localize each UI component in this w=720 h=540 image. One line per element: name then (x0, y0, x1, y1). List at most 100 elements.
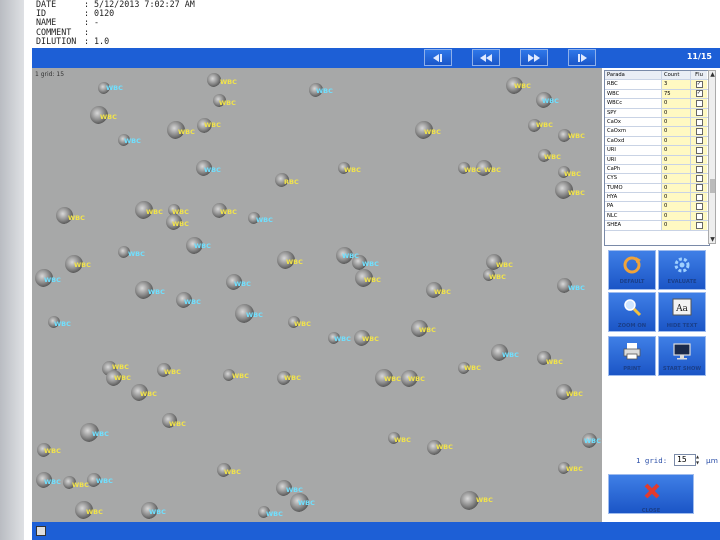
cell-label: WBC (424, 128, 441, 136)
checkbox-box[interactable] (695, 128, 703, 136)
microscopy-analysis-window: DATE:5/12/2013 7:02:27 AM ID:0120 NAME: - CO… (24, 0, 720, 540)
scroll-up-icon[interactable]: ▲ (709, 71, 716, 78)
table-row[interactable]: SHEA 0 (605, 221, 709, 231)
checkbox-box[interactable]: ✓ (695, 81, 703, 89)
row-checkbox[interactable] (691, 108, 707, 117)
save-icon[interactable] (36, 526, 46, 536)
cell-label: WBC (86, 508, 103, 516)
row-checkbox[interactable] (691, 127, 707, 136)
row-count: 0 (662, 221, 691, 230)
row-name: URI (605, 155, 662, 164)
last-image-button[interactable] (568, 49, 596, 66)
cell-label: WBC (536, 121, 553, 129)
row-count: 0 (662, 108, 691, 117)
cell-label: WBC (232, 372, 249, 380)
row-checkbox[interactable] (691, 117, 707, 127)
next-image-button[interactable] (520, 49, 548, 66)
checkbox-box[interactable] (695, 212, 703, 220)
row-count: 0 (662, 174, 691, 183)
row-checkbox[interactable] (691, 202, 707, 211)
cell-label: WBC (566, 465, 583, 473)
row-checkbox[interactable]: ✓ (691, 80, 707, 89)
checkbox-box[interactable] (695, 156, 703, 164)
checkbox-box[interactable] (695, 99, 703, 107)
table-row[interactable]: CaPh 0 (605, 164, 709, 175)
cell-label: WBC (169, 420, 186, 428)
row-checkbox[interactable] (691, 174, 707, 183)
microscope-image-view[interactable]: 1 grid: 15 WBC WBC WBC WBC WBC WBC WBC WBC WBC WB… (32, 68, 603, 522)
row-name: CYS (605, 174, 662, 183)
cell-label: WBC (464, 364, 481, 372)
row-checkbox[interactable] (691, 99, 707, 108)
checkbox-box[interactable] (695, 118, 703, 126)
table-row[interactable]: HYA 0 (605, 193, 709, 203)
table-scrollbar[interactable]: ▲ ▼ (708, 70, 716, 244)
scroll-down-icon[interactable]: ▼ (709, 236, 716, 243)
table-row[interactable]: CaOx 0 (605, 117, 709, 128)
table-row[interactable]: RBC 3 ✓ (605, 80, 709, 90)
row-count: 0 (662, 127, 691, 136)
cell-label: WBC (194, 242, 211, 250)
table-row[interactable]: URI 0 (605, 146, 709, 156)
row-checkbox[interactable] (691, 146, 707, 155)
cell-label: WBC (96, 477, 113, 485)
table-row[interactable]: WBCc 0 (605, 99, 709, 109)
row-name: URI (605, 146, 662, 155)
cell-label: WBC (464, 166, 481, 174)
row-count: 0 (662, 99, 691, 108)
checkbox-box[interactable] (695, 109, 703, 117)
cell-label: WBC (128, 250, 145, 258)
cell-label: WBC (568, 284, 585, 292)
last-icon (578, 53, 587, 62)
cell-label: WBC (584, 437, 601, 445)
svg-text:Aa: Aa (675, 304, 688, 314)
info-value: 1.0 (94, 35, 110, 46)
checkbox-box[interactable] (695, 146, 703, 154)
grid-size-stepper[interactable]: ▲ ▼ (696, 454, 701, 466)
checkbox-box[interactable] (695, 221, 703, 229)
row-checkbox[interactable] (691, 221, 707, 230)
row-checkbox[interactable] (691, 164, 707, 174)
row-checkbox[interactable] (691, 193, 707, 202)
checkbox-box[interactable]: ✓ (695, 90, 703, 98)
first-image-button[interactable] (424, 49, 452, 66)
hide-text-button-label: HIDE TEXT (666, 323, 698, 329)
table-row[interactable]: PA 0 (605, 202, 709, 212)
close-button-label: CLOSE (641, 508, 661, 514)
scroll-thumb[interactable] (710, 179, 715, 193)
table-row[interactable]: CaOxd 0 (605, 136, 709, 147)
checkbox-box[interactable] (695, 193, 703, 201)
checkbox-box[interactable] (695, 165, 703, 173)
table-row[interactable]: SPY 0 (605, 108, 709, 118)
table-row[interactable]: URI 0 (605, 155, 709, 165)
table-row[interactable]: CaOxm 0 (605, 127, 709, 137)
checkbox-box[interactable] (695, 184, 703, 192)
cell (207, 73, 221, 87)
row-checkbox[interactable] (691, 136, 707, 146)
previous-image-button[interactable] (472, 49, 500, 66)
table-row[interactable]: CYS 0 (605, 174, 709, 184)
row-checkbox[interactable] (691, 183, 707, 193)
row-count: 0 (662, 146, 691, 155)
cell-label: WBC (44, 447, 61, 455)
row-checkbox[interactable] (691, 155, 707, 164)
row-checkbox[interactable] (691, 211, 707, 221)
row-name: CaPh (605, 164, 662, 174)
first-icon (433, 53, 442, 62)
table-row[interactable]: NLC 0 (605, 211, 709, 222)
rewind-icon (480, 53, 492, 62)
particle-count-table[interactable]: Parada Count Flu RBC 3 ✓ WBC 75 ✓ WBCc 0 SPY 0 CaOx 0 C… (604, 70, 710, 246)
evaluate-button-label: EVALUATE (667, 279, 697, 285)
cell-label: WBC (172, 208, 189, 216)
checkbox-box[interactable] (695, 137, 703, 145)
cell-label: WBC (342, 252, 359, 260)
cell-label: WBC (364, 276, 381, 284)
page-indicator: 11/15 (686, 52, 712, 61)
table-row[interactable]: TUMO 0 (605, 183, 709, 194)
cell-label: WBC (204, 121, 221, 129)
checkbox-box[interactable] (695, 174, 703, 182)
row-checkbox[interactable]: ✓ (691, 89, 707, 99)
table-row[interactable]: WBC 75 ✓ (605, 89, 709, 100)
checkbox-box[interactable] (695, 203, 703, 211)
grid-size-input[interactable]: 15 (674, 454, 696, 466)
